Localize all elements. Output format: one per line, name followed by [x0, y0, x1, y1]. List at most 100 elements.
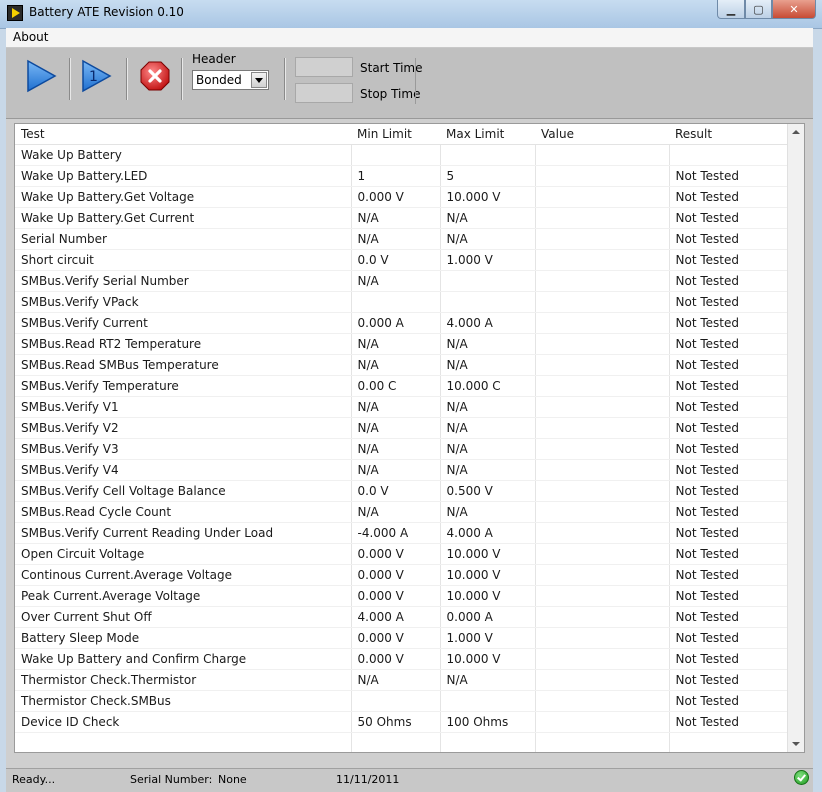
cell-max-limit: 0.500 V	[439, 480, 535, 502]
column-header-result[interactable]: Result	[669, 124, 788, 145]
cell-max-limit: N/A	[439, 333, 535, 355]
table-row[interactable]: SMBus.Verify Current Reading Under Load -…	[15, 522, 788, 544]
cell-result: Not Tested	[668, 312, 788, 334]
cell-test: SMBus.Verify Temperature	[15, 375, 351, 397]
minimize-button[interactable]: ▁	[717, 0, 745, 19]
table-row[interactable]: Over Current Shut Off 4.000 A 0.000 A Not T…	[15, 606, 788, 628]
table-row[interactable]: Thermistor Check.SMBus Not Tested	[15, 690, 788, 712]
menu-about[interactable]: About	[13, 30, 48, 44]
cell-min-limit: N/A	[350, 354, 440, 376]
cell-result: Not Tested	[668, 585, 788, 607]
cell-value	[534, 480, 669, 502]
table-row[interactable]: Thermistor Check.Thermistor N/A N/A Not Tes…	[15, 669, 788, 691]
close-button[interactable]: ✕	[772, 0, 816, 19]
table-row[interactable]: SMBus.Verify V3 N/A N/A Not Tested	[15, 438, 788, 460]
table-row[interactable]: SMBus.Verify Temperature 0.00 C 10.000 C No…	[15, 375, 788, 397]
cell-result: Not Tested	[668, 648, 788, 670]
table-row[interactable]: SMBus.Read Cycle Count N/A N/A Not Tested	[15, 501, 788, 523]
empty-cell	[535, 753, 669, 754]
cell-test: SMBus.Verify VPack	[15, 291, 351, 313]
table-row[interactable]: SMBus.Verify V4 N/A N/A Not Tested	[15, 459, 788, 481]
window-controls: ▁ ▢ ✕	[717, 0, 816, 20]
run-once-button[interactable]: 1	[79, 58, 113, 94]
stop-time-field	[295, 83, 353, 103]
table-row[interactable]: Peak Current.Average Voltage 0.000 V 10.00…	[15, 585, 788, 607]
cell-value	[534, 165, 669, 187]
header-select[interactable]: Bonded	[192, 70, 269, 90]
table-row[interactable]: Wake Up Battery.LED 1 5 Not Tested	[15, 165, 788, 187]
column-header-value[interactable]: Value	[535, 124, 669, 145]
cell-min-limit: 0.000 V	[350, 585, 440, 607]
table-row[interactable]: Open Circuit Voltage 0.000 V 10.000 V Not T…	[15, 543, 788, 565]
table-row[interactable]: Short circuit 0.0 V 1.000 V Not Tested	[15, 249, 788, 271]
cell-value	[534, 669, 669, 691]
cell-max-limit: 10.000 V	[439, 585, 535, 607]
serial-number-value: None	[218, 773, 247, 786]
table-row[interactable]: Wake Up Battery	[15, 144, 788, 166]
toolbar-separator	[284, 58, 286, 100]
cell-result: Not Tested	[668, 165, 788, 187]
run-button[interactable]	[24, 58, 58, 94]
table-row[interactable]: Wake Up Battery.Get Voltage 0.000 V 10.000…	[15, 186, 788, 208]
cell-max-limit: N/A	[439, 354, 535, 376]
column-header-min-limit[interactable]: Min Limit	[351, 124, 440, 145]
table-row[interactable]: Battery Sleep Mode 0.000 V 1.000 V Not Test…	[15, 627, 788, 649]
table-row[interactable]: SMBus.Read SMBus Temperature N/A N/A Not Te…	[15, 354, 788, 376]
app-icon[interactable]	[7, 5, 23, 21]
cell-result: Not Tested	[668, 228, 788, 250]
status-date: 11/11/2011	[336, 773, 400, 786]
column-header-max-limit[interactable]: Max Limit	[440, 124, 535, 145]
table-row[interactable]: SMBus.Verify Current 0.000 A 4.000 A Not Te…	[15, 312, 788, 334]
cell-result: Not Tested	[668, 564, 788, 586]
maximize-button[interactable]: ▢	[745, 0, 772, 19]
cell-test: Thermistor Check.Thermistor	[15, 669, 351, 691]
cell-test: Open Circuit Voltage	[15, 543, 351, 565]
scroll-up-icon[interactable]	[788, 124, 804, 140]
cell-value	[534, 375, 669, 397]
cell-max-limit: 10.000 C	[439, 375, 535, 397]
results-table-container[interactable]: Test Min Limit Max Limit Value Result Wa…	[14, 123, 805, 753]
table-row[interactable]: Device ID Check 50 Ohms 100 Ohms Not Tested	[15, 711, 788, 733]
cell-max-limit: 4.000 A	[439, 312, 535, 334]
cell-value	[534, 585, 669, 607]
cell-value	[534, 606, 669, 628]
cell-value	[534, 459, 669, 481]
table-row[interactable]: SMBus.Verify VPack Not Tested	[15, 291, 788, 313]
cell-max-limit: 100 Ohms	[439, 711, 535, 733]
start-time-field	[295, 57, 353, 77]
cell-value	[534, 522, 669, 544]
table-row[interactable]: SMBus.Verify V2 N/A N/A Not Tested	[15, 417, 788, 439]
chevron-down-icon[interactable]	[251, 72, 267, 88]
toolbar-separator	[126, 58, 128, 100]
column-header-test[interactable]: Test	[15, 124, 351, 145]
table-row[interactable]: SMBus.Read RT2 Temperature N/A N/A Not Test…	[15, 333, 788, 355]
cell-max-limit: N/A	[439, 207, 535, 229]
title-bar[interactable]: Battery ATE Revision 0.10 ▁ ▢ ✕	[0, 0, 822, 29]
scroll-down-icon[interactable]	[788, 736, 804, 752]
cell-min-limit: N/A	[350, 333, 440, 355]
table-row[interactable]: SMBus.Verify Cell Voltage Balance 0.0 V 0.…	[15, 480, 788, 502]
cell-test: SMBus.Verify V4	[15, 459, 351, 481]
empty-cell	[669, 753, 788, 754]
cell-min-limit: 0.000 A	[350, 312, 440, 334]
cell-test: Wake Up Battery	[15, 144, 351, 166]
empty-cell	[440, 753, 535, 754]
table-row[interactable]: Serial Number N/A N/A Not Tested	[15, 228, 788, 250]
menu-bar: About	[6, 28, 813, 48]
table-row[interactable]: SMBus.Verify V1 N/A N/A Not Tested	[15, 396, 788, 418]
cell-min-limit: 0.000 V	[350, 648, 440, 670]
cell-test: SMBus.Read RT2 Temperature	[15, 333, 351, 355]
table-row[interactable]: Continous Current.Average Voltage 0.000 V…	[15, 564, 788, 586]
cell-test: SMBus.Verify V2	[15, 417, 351, 439]
table-row[interactable]: Wake Up Battery.Get Current N/A N/A Not Tes…	[15, 207, 788, 229]
stop-button[interactable]	[140, 61, 170, 91]
toolbar-separator	[181, 58, 183, 100]
cell-min-limit: N/A	[350, 270, 440, 292]
cell-max-limit: 5	[439, 165, 535, 187]
cell-test: SMBus.Verify Serial Number	[15, 270, 351, 292]
table-row[interactable]: SMBus.Verify Serial Number N/A Not Tested	[15, 270, 788, 292]
cell-result: Not Tested	[668, 522, 788, 544]
cell-test: SMBus.Verify Current	[15, 312, 351, 334]
table-row[interactable]: Wake Up Battery and Confirm Charge 0.000 …	[15, 648, 788, 670]
vertical-scrollbar[interactable]	[787, 124, 804, 752]
